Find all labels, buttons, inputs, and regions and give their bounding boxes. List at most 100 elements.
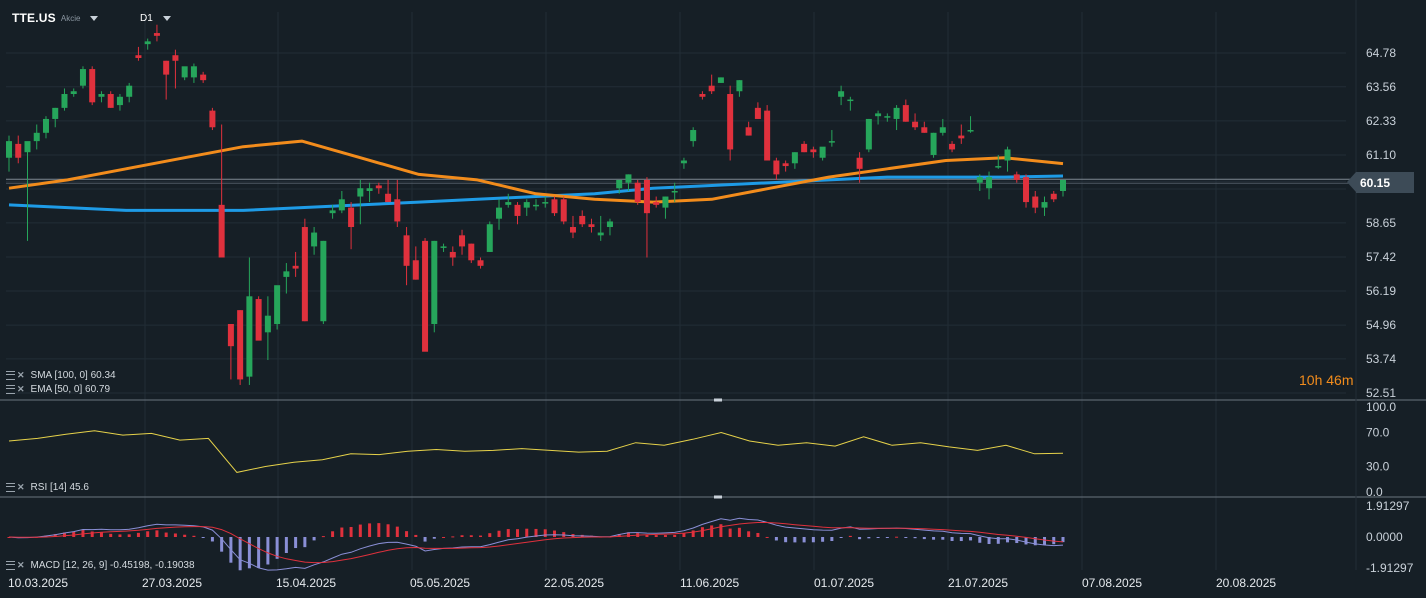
candle-body <box>708 85 715 92</box>
candle <box>838 85 845 106</box>
macd-histogram-bar <box>756 532 760 537</box>
candle-body <box>523 202 530 208</box>
candle-body <box>6 141 12 158</box>
candle-body <box>116 96 123 106</box>
rsi-axis-label: 70.0 <box>1366 426 1390 440</box>
candle <box>79 66 86 89</box>
price-axis-label: 64.78 <box>1366 46 1396 60</box>
settings-icon[interactable] <box>6 370 15 380</box>
macd-histogram-bar <box>368 523 372 537</box>
date-axis-label: 27.03.2025 <box>142 576 202 590</box>
indicator-label-macd[interactable]: ✕ MACD [12, 26, 9] -0.45198, -0.19038 <box>6 559 195 571</box>
macd-histogram-bar <box>469 535 473 537</box>
price-axis-label: 56.19 <box>1366 284 1396 298</box>
candle-body <box>98 94 105 97</box>
candle-body <box>209 110 216 128</box>
close-icon[interactable]: ✕ <box>17 370 25 381</box>
candle <box>61 88 68 111</box>
candle <box>588 218 595 233</box>
candle-body <box>172 55 179 61</box>
candle-body <box>486 224 493 252</box>
candle <box>190 63 197 83</box>
asset-type: Akcie <box>60 13 81 23</box>
date-axis-label: 11.06.2025 <box>680 576 739 590</box>
candlestick-series <box>6 24 1066 385</box>
candle <box>533 199 539 211</box>
macd-histogram-bar <box>811 537 815 543</box>
candle-body <box>930 132 937 155</box>
candle <box>569 215 576 239</box>
candle-body <box>301 227 308 322</box>
settings-icon[interactable] <box>6 384 15 394</box>
candle-body <box>690 130 697 142</box>
candle-body <box>579 215 586 225</box>
macd-histogram-bar <box>839 537 843 538</box>
date-axis-label: 01.07.2025 <box>814 576 874 590</box>
candle <box>459 229 466 255</box>
timeframe-selector[interactable]: D1 <box>140 8 171 28</box>
candle <box>227 324 234 380</box>
settings-icon[interactable] <box>6 482 15 492</box>
macd-histogram-bar <box>432 537 436 539</box>
candle <box>699 91 706 100</box>
candle <box>671 182 678 203</box>
candle-body <box>533 204 539 207</box>
indicator-label-sma[interactable]: ✕ SMA [100, 0] 60.34 <box>6 369 116 381</box>
countdown-minutes: 46 <box>1326 372 1342 388</box>
candle-body <box>727 94 734 150</box>
candle-body <box>838 91 845 97</box>
candle <box>15 135 22 164</box>
candle <box>163 60 170 100</box>
candle-body <box>79 69 86 86</box>
candle <box>1060 179 1066 197</box>
candle-body <box>348 207 355 228</box>
candle <box>311 227 318 255</box>
macd-histogram-bar <box>395 526 399 537</box>
candle-body <box>375 185 382 189</box>
chart-area[interactable]: 64.7863.5662.3361.1059.8758.6557.4256.19… <box>0 0 1426 598</box>
candle <box>283 263 290 294</box>
rsi-line <box>8 430 1064 473</box>
candle <box>643 177 650 258</box>
candle-body <box>773 160 780 175</box>
date-axis-label: 21.07.2025 <box>948 576 1008 590</box>
candle <box>1050 190 1057 203</box>
close-icon[interactable]: ✕ <box>17 482 25 493</box>
candle <box>542 196 549 208</box>
settings-icon[interactable] <box>6 560 15 570</box>
price-axis-label: 58.65 <box>1366 216 1396 230</box>
chevron-down-icon[interactable] <box>162 15 171 21</box>
macd-pane: 1.91297 0.0000 -1.91297 <box>7 499 1414 575</box>
candle-body <box>680 160 687 164</box>
candle <box>1032 190 1039 214</box>
rsi-axis-label: 100.0 <box>1366 400 1396 414</box>
candle-body <box>634 182 641 203</box>
macd-histogram-bar <box>210 537 214 542</box>
candle-body <box>190 66 197 78</box>
indicator-label-rsi[interactable]: ✕ RSI [14] 45.6 <box>6 481 89 493</box>
candle-body <box>163 60 170 75</box>
macd-histogram-bar <box>238 537 242 571</box>
date-axis-label: 22.05.2025 <box>544 576 604 590</box>
close-icon[interactable]: ✕ <box>17 560 25 571</box>
macd-histogram-bar <box>90 531 94 537</box>
price-axis-label: 54.96 <box>1366 318 1396 332</box>
candle-body <box>912 121 919 128</box>
candle-body <box>357 188 364 197</box>
close-icon[interactable]: ✕ <box>17 384 25 395</box>
candle <box>921 121 928 133</box>
candle-body <box>70 91 77 95</box>
chevron-down-icon[interactable] <box>90 15 99 21</box>
macd-histogram-bar <box>950 537 954 541</box>
countdown-hours: 10 <box>1299 372 1315 388</box>
candle <box>514 202 521 225</box>
symbol-selector[interactable]: TTE.US Akcie <box>12 8 99 28</box>
macd-histogram-bar <box>700 527 704 537</box>
indicator-label-ema[interactable]: ✕ EMA [50, 0] 60.79 <box>6 383 110 395</box>
macd-histogram-bar <box>525 528 529 537</box>
candle-body <box>24 141 31 153</box>
macd-histogram-bar <box>479 535 483 537</box>
rsi-axis-label: 30.0 <box>1366 460 1390 474</box>
date-axis-label: 07.08.2025 <box>1082 576 1142 590</box>
candle-body <box>856 157 863 169</box>
